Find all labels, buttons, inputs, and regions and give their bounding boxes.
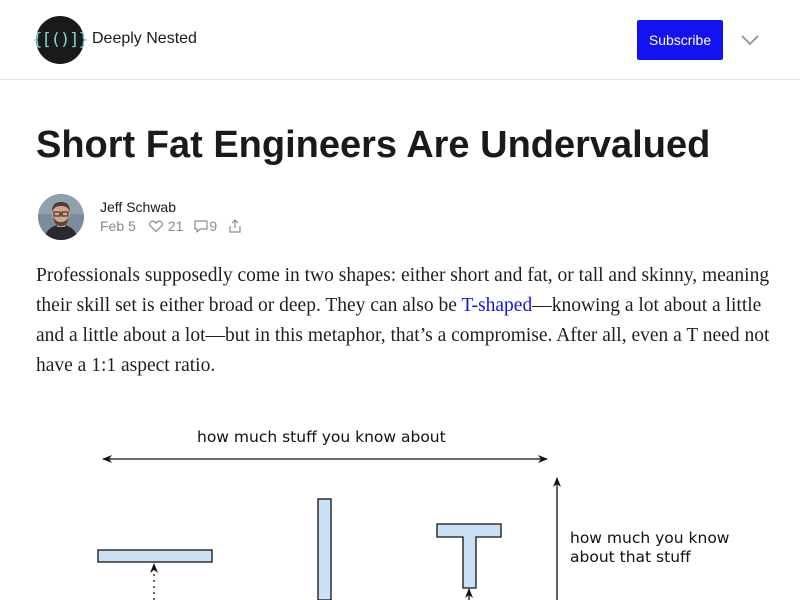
post-title: Short Fat Engineers Are Undervalued bbox=[36, 124, 711, 166]
comment-count: 9 bbox=[209, 218, 218, 234]
comment-icon[interactable] bbox=[193, 218, 209, 234]
t-shaped-link[interactable]: T-shaped bbox=[461, 295, 532, 316]
depth-axis-label-line1: how much you know bbox=[570, 529, 730, 547]
publication-name[interactable]: Deeply Nested bbox=[92, 30, 197, 48]
skill-shape-diagram: how much stuff you know about how much y… bbox=[97, 428, 730, 600]
post-meta: Feb 5 21 9 bbox=[100, 218, 243, 234]
tall-skinny-shape bbox=[317, 498, 332, 600]
chevron-down-icon[interactable] bbox=[738, 30, 762, 50]
site-header: {[()]} Deeply Nested Subscribe bbox=[0, 0, 800, 80]
breadth-axis-label: how much stuff you know about bbox=[197, 428, 446, 446]
avatar[interactable] bbox=[38, 194, 84, 240]
subscribe-button[interactable]: Subscribe bbox=[637, 20, 723, 60]
depth-axis-label-line2: about that stuff bbox=[570, 548, 691, 566]
share-icon[interactable] bbox=[227, 218, 243, 234]
like-count: 21 bbox=[167, 218, 184, 234]
t-shape bbox=[436, 523, 502, 589]
logo-text: {[()]} bbox=[32, 30, 88, 50]
short-fat-shape bbox=[97, 549, 213, 563]
post-date: Feb 5 bbox=[100, 218, 136, 234]
publication-logo[interactable]: {[()]} bbox=[32, 16, 89, 64]
heart-icon[interactable] bbox=[148, 218, 164, 234]
post-body: Professionals supposedly come in two sha… bbox=[36, 261, 771, 381]
author-name[interactable]: Jeff Schwab bbox=[100, 199, 176, 215]
